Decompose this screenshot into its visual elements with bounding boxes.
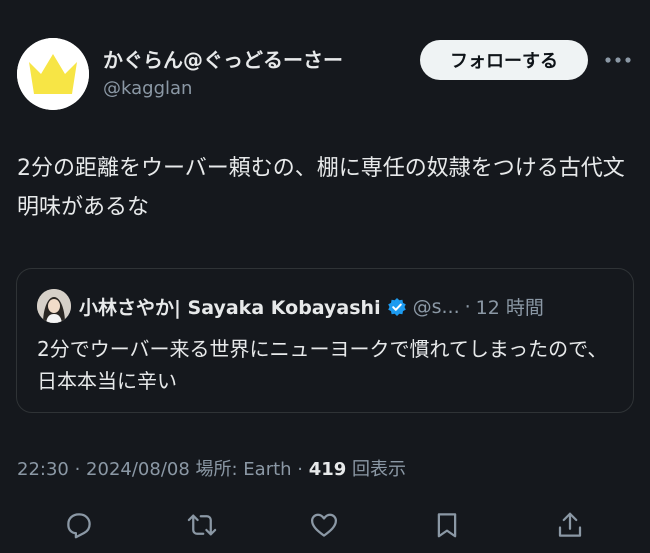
retweet-icon: [187, 514, 217, 536]
like-icon: [311, 513, 337, 537]
quote-author-avatar[interactable]: [37, 289, 71, 323]
author-avatar[interactable]: [17, 38, 89, 110]
reply-button[interactable]: [59, 505, 99, 545]
crown-icon: [17, 38, 89, 110]
quote-timestamp[interactable]: 12 時間: [476, 293, 544, 320]
author-handle[interactable]: @kagglan: [103, 78, 192, 99]
like-button[interactable]: [304, 505, 344, 545]
tweet-time[interactable]: 22:30: [17, 459, 69, 480]
quote-separator: ·: [464, 295, 471, 318]
action-bar: [0, 505, 650, 545]
bookmark-button[interactable]: [427, 505, 467, 545]
tweet-location: 場所: Earth: [189, 459, 292, 480]
more-horizontal-icon: [605, 57, 631, 63]
quote-text: 2分でウーバー来る世界にニューヨークで慣れてしまったので、日本本当に辛い: [37, 337, 608, 393]
tweet-meta: 22:30 · 2024/08/08 場所: Earth · 419 回表示: [17, 455, 406, 481]
quoted-tweet-card[interactable]: 小林さやか| Sayaka Kobayashi @s... · 12 時間 2分…: [16, 268, 634, 413]
verified-badge-icon: [387, 297, 407, 317]
tweet-text: 2分の距離をウーバー頼むの、棚に専任の奴隷をつける古代文明味があるな: [17, 156, 625, 220]
views-label: 回表示: [346, 459, 407, 480]
person-avatar-icon: [37, 289, 71, 323]
follow-button[interactable]: フォローする: [420, 40, 588, 80]
views-count: 419: [308, 459, 347, 480]
quote-header: 小林さやか| Sayaka Kobayashi @s... · 12 時間: [79, 293, 624, 320]
author-display-name[interactable]: かぐらん@ぐっどるーさー: [103, 44, 343, 73]
tweet-date[interactable]: 2024/08/08: [86, 459, 190, 480]
meta-separator: ·: [68, 459, 87, 480]
share-button[interactable]: [550, 505, 590, 545]
bookmark-icon: [437, 513, 457, 538]
meta-separator: ·: [291, 459, 309, 480]
share-icon: [558, 512, 582, 537]
reply-icon: [67, 513, 91, 539]
quote-author-name[interactable]: 小林さやか| Sayaka Kobayashi: [79, 293, 381, 320]
retweet-button[interactable]: [182, 505, 222, 545]
more-options-button[interactable]: [600, 46, 636, 74]
quote-author-handle[interactable]: @s...: [413, 296, 460, 318]
